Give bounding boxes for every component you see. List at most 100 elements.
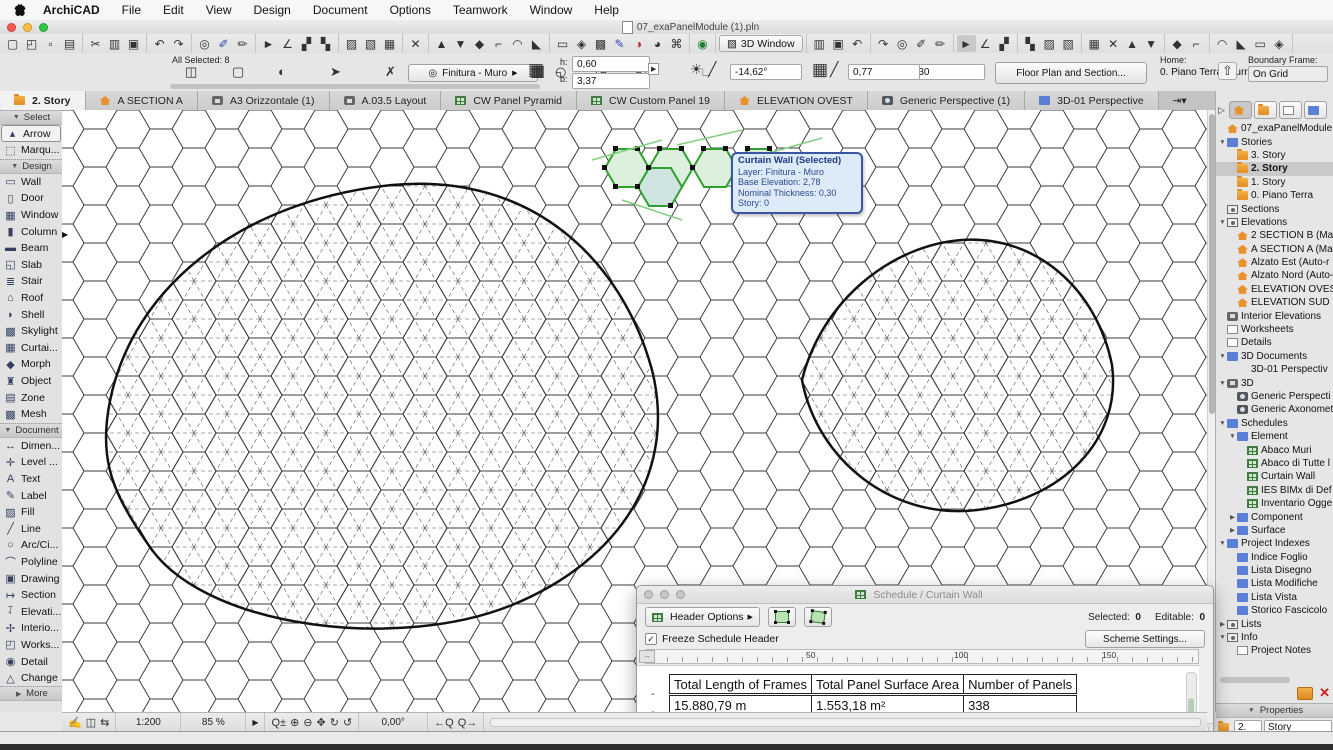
tool-shell[interactable]: ◗Shell bbox=[0, 306, 62, 323]
navigator-hscrollbar[interactable] bbox=[1220, 677, 1290, 683]
corner-icon[interactable]: ⌐ bbox=[489, 35, 508, 52]
issue-manager-icon[interactable]: ▼ bbox=[1142, 35, 1161, 52]
disclosure-icon[interactable]: ▼ bbox=[1218, 540, 1227, 547]
mirror-icon[interactable]: ◆ bbox=[470, 35, 489, 52]
minimize-window-button[interactable] bbox=[660, 590, 669, 599]
menu-item-view[interactable]: View bbox=[195, 0, 243, 20]
navigator-tab-publisher[interactable] bbox=[1304, 101, 1327, 119]
tree-item-alzato-nord-auto-[interactable]: Alzato Nord (Auto- bbox=[1216, 269, 1333, 282]
tree-item-2-section-b-mar[interactable]: 2 SECTION B (Mar bbox=[1216, 229, 1333, 242]
menu-item-options[interactable]: Options bbox=[379, 0, 442, 20]
zoom-menu-icon[interactable]: ▶ bbox=[246, 713, 265, 732]
tree-item-elevation-ovest[interactable]: ELEVATION OVEST bbox=[1216, 283, 1333, 296]
tool-label[interactable]: ✎Label bbox=[0, 487, 62, 504]
edit-group-icon[interactable]: ▩ bbox=[591, 35, 610, 52]
stretch-icon[interactable]: ◈ bbox=[572, 35, 591, 52]
arrow-tool-icon[interactable]: ➤ bbox=[330, 64, 341, 80]
home-story-icon[interactable]: ◎ bbox=[893, 35, 912, 52]
zoom-set-icon[interactable]: Q± bbox=[271, 717, 286, 729]
close-window-button[interactable] bbox=[7, 23, 16, 32]
tab-overflow-menu[interactable]: ⇥▾ bbox=[1159, 91, 1201, 110]
tool-level[interactable]: ✛Level ... bbox=[0, 454, 62, 471]
snap-guides-icon[interactable]: ∠ bbox=[278, 35, 297, 52]
tab-a-section-a[interactable]: A SECTION A bbox=[86, 91, 198, 110]
tree-item-element[interactable]: ▼Element bbox=[1216, 430, 1333, 443]
disclosure-icon[interactable]: ▼ bbox=[1218, 420, 1227, 427]
tool-skylight[interactable]: ▩Skylight bbox=[0, 323, 62, 340]
quick-options-icon[interactable]: ✍ bbox=[68, 716, 82, 729]
teamwork-send-icon[interactable]: ▭ bbox=[1251, 35, 1270, 52]
tool-works[interactable]: ◰Works... bbox=[0, 637, 62, 654]
tree-item-curtain-wall[interactable]: Curtain Wall bbox=[1216, 470, 1333, 483]
tree-item-indice-foglio[interactable]: Indice Foglio bbox=[1216, 551, 1333, 564]
organizer-icon[interactable]: ▧ bbox=[1059, 35, 1078, 52]
menu-item-design[interactable]: Design bbox=[243, 0, 302, 20]
scheme-settings-button[interactable]: Scheme Settings... bbox=[1085, 630, 1205, 648]
tree-item-07-exapanelmodule-1-[interactable]: 07_exaPanelModule (1) bbox=[1216, 122, 1333, 135]
tree-item-lista-disegno[interactable]: Lista Disegno bbox=[1216, 564, 1333, 577]
save-icon[interactable]: ▫ bbox=[41, 35, 60, 52]
copy-picture-icon[interactable]: ► bbox=[957, 35, 976, 52]
pen-icon[interactable]: ✎ bbox=[610, 35, 629, 52]
publisher-icon[interactable]: ▨ bbox=[1040, 35, 1059, 52]
tool-mesh[interactable]: ▩Mesh bbox=[0, 406, 62, 423]
tool-wall[interactable]: ▭Wall bbox=[0, 174, 62, 191]
tree-item-elevation-sud-[interactable]: ELEVATION SUD ( bbox=[1216, 296, 1333, 309]
tree-item-lista-vista[interactable]: Lista Vista bbox=[1216, 591, 1333, 604]
zoom-window-button[interactable] bbox=[39, 23, 48, 32]
menu-item-edit[interactable]: Edit bbox=[152, 0, 195, 20]
h-value[interactable]: 0,60 bbox=[572, 56, 650, 72]
tool-section[interactable]: ↦Section bbox=[0, 587, 62, 604]
tool-beam[interactable]: ▬Beam bbox=[0, 240, 62, 257]
navigator-tab-view-map[interactable] bbox=[1254, 101, 1277, 119]
find-select-icon[interactable]: ◎ bbox=[195, 35, 214, 52]
tool-arrow[interactable]: ▴Arrow bbox=[1, 125, 61, 142]
tool-elevati[interactable]: ⥡Elevati... bbox=[0, 603, 62, 620]
explore-icon[interactable]: ↷ bbox=[874, 35, 893, 52]
tree-item-lista-modifiche[interactable]: Lista Modifiche bbox=[1216, 577, 1333, 590]
disclosure-icon[interactable]: ▼ bbox=[1218, 139, 1227, 146]
zoom-preview-icon[interactable]: ◫ bbox=[86, 716, 96, 729]
new-item-icon[interactable] bbox=[1297, 687, 1313, 700]
rotate-icon[interactable]: ▼ bbox=[451, 35, 470, 52]
rebuild-icon[interactable]: ⇆ bbox=[100, 716, 109, 729]
tool-detail[interactable]: ◉Detail bbox=[0, 653, 62, 670]
b-value[interactable]: 3,37 bbox=[572, 73, 650, 89]
tool-zone[interactable]: ▤Zone bbox=[0, 389, 62, 406]
tool-stair[interactable]: ≣Stair bbox=[0, 273, 62, 290]
tool-text[interactable]: AText bbox=[0, 471, 62, 488]
pan-icon[interactable]: ✥ bbox=[317, 716, 326, 729]
tree-item-0-piano-terra[interactable]: 0. Piano Terra bbox=[1216, 189, 1333, 202]
schedule-column-header[interactable]: Total Panel Surface Area bbox=[811, 675, 963, 695]
tool-column[interactable]: ▮Column bbox=[0, 223, 62, 240]
paste-icon[interactable]: ▣ bbox=[124, 35, 143, 52]
rotate-view-icon[interactable]: ↺ bbox=[343, 716, 352, 729]
angle-field[interactable]: -14,62° bbox=[730, 64, 802, 80]
toolbox-group-select[interactable]: ▼Select bbox=[0, 110, 62, 125]
delete-icon[interactable]: ✕ bbox=[406, 35, 425, 52]
tool-dimen[interactable]: ↔Dimen... bbox=[0, 438, 62, 455]
tree-item-alzato-est-auto-r[interactable]: Alzato Est (Auto-r bbox=[1216, 256, 1333, 269]
infobar-scrollbar[interactable] bbox=[170, 84, 540, 89]
model-check-icon[interactable]: ✕ bbox=[1104, 35, 1123, 52]
delete-item-icon[interactable]: ✕ bbox=[1319, 685, 1330, 701]
tool-interio[interactable]: ✢Interio... bbox=[0, 620, 62, 637]
navigator-tab-layout-book[interactable] bbox=[1279, 101, 1302, 119]
cut-icon[interactable]: ✂ bbox=[86, 35, 105, 52]
orbit-3d-icon[interactable]: ▣ bbox=[829, 35, 848, 52]
record-icon[interactable]: ◉ bbox=[693, 35, 712, 52]
tree-item-schedules[interactable]: ▼Schedules bbox=[1216, 417, 1333, 430]
element-transfer-icon[interactable]: ▦ bbox=[380, 35, 399, 52]
tree-item-1-story[interactable]: 1. Story bbox=[1216, 176, 1333, 189]
tree-item-stories[interactable]: ▼Stories bbox=[1216, 135, 1333, 148]
header-options-button[interactable]: Header Options ▶ bbox=[645, 607, 760, 627]
tree-item-inventario-ogge[interactable]: Inventario Ogge bbox=[1216, 497, 1333, 510]
select-panels-button[interactable] bbox=[768, 607, 796, 627]
tool-slab[interactable]: ◱Slab bbox=[0, 257, 62, 274]
disclosure-icon[interactable]: ▼ bbox=[1218, 380, 1227, 387]
tree-item-lists[interactable]: ▶Lists bbox=[1216, 617, 1333, 630]
zoom-percent-selector[interactable]: 85 % bbox=[181, 713, 246, 732]
tree-item-surface[interactable]: ▶Surface bbox=[1216, 524, 1333, 537]
tab-3d-01-perspective[interactable]: 3D-01 Perspective bbox=[1025, 91, 1158, 110]
tab-a3-orizzontale-1-[interactable]: A3 Orizzontale (1) bbox=[198, 91, 330, 110]
